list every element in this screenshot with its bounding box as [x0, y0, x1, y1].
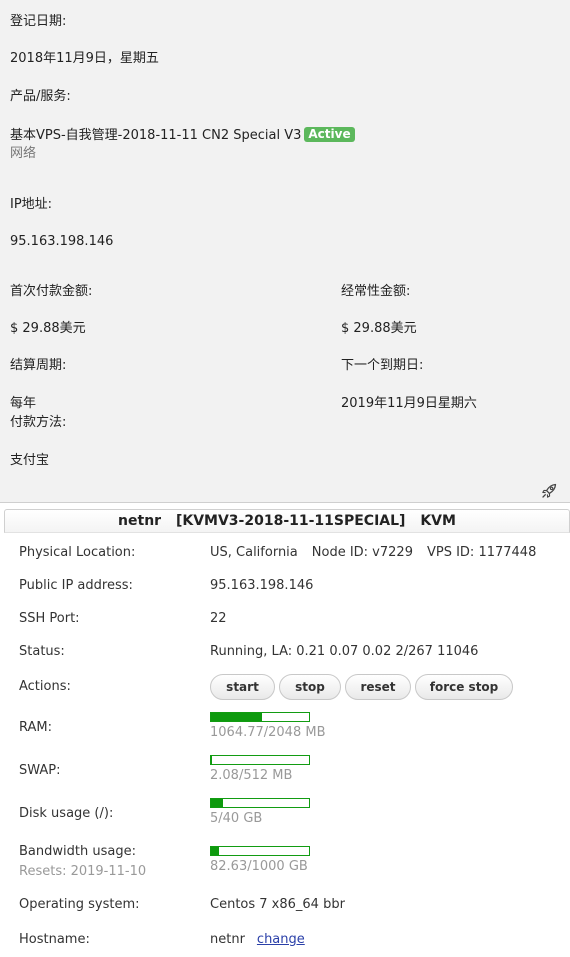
swap-usage-bar — [210, 755, 310, 765]
ip-value: 95.163.198.146 — [10, 234, 114, 249]
service-details-panel: 登记日期: 2018年11月9日，星期五 产品/服务: 基本VPS-自我管理-2… — [0, 0, 570, 503]
start-button[interactable]: start — [210, 674, 275, 700]
payment-method-value: 支付宝 — [10, 453, 50, 468]
first-payment-label: 首次付款金额: — [10, 284, 93, 299]
bandwidth-usage-bar — [210, 846, 310, 856]
vps-id: VPS ID: 1177448 — [426, 545, 537, 560]
hostname-value: netnr — [210, 932, 245, 947]
swap-value: 2.08/512 MB — [210, 768, 293, 783]
swap-label: SWAP: — [19, 763, 61, 778]
vps-hostname-title: netnr — [118, 513, 162, 529]
recurring-label: 经常性金额: — [341, 284, 411, 299]
public-ip-value: 95.163.198.146 — [210, 578, 314, 593]
vps-plan-title: [KVMV3-2018-11-11SPECIAL] — [175, 513, 406, 529]
ram-usage-fill — [211, 713, 262, 721]
stop-button[interactable]: stop — [279, 674, 341, 700]
force-stop-button[interactable]: force stop — [415, 674, 513, 700]
ram-label: RAM: — [19, 720, 52, 735]
recurring-value: $ 29.88美元 — [341, 321, 417, 336]
status-label: Status: — [19, 644, 65, 659]
ssh-port-label: SSH Port: — [19, 611, 80, 626]
vps-panel-header: netnr [KVMV3-2018-11-11SPECIAL] KVM — [4, 509, 570, 533]
status-badge: Active — [304, 127, 355, 142]
bandwidth-usage-fill — [211, 847, 220, 855]
first-payment-value: $ 29.88美元 — [10, 321, 86, 336]
location-row: US, California Node ID: v7229 VPS ID: 1177… — [210, 545, 550, 561]
product-group: 网络 — [10, 146, 37, 161]
ram-usage-bar — [210, 712, 310, 722]
product-name: 基本VPS-自我管理-2018-11-11 CN2 Special V3 — [10, 128, 302, 143]
product-label: 产品/服务: — [10, 89, 71, 104]
rocket-icon[interactable] — [541, 483, 557, 499]
hostname-row: netnr change — [210, 932, 305, 948]
ssh-port-value: 22 — [210, 611, 227, 626]
actions-label: Actions: — [19, 679, 71, 694]
billing-cycle-value: 每年 — [10, 396, 37, 411]
disk-value: 5/40 GB — [210, 811, 263, 826]
hostname-label: Hostname: — [19, 932, 90, 947]
bandwidth-value: 82.63/1000 GB — [210, 859, 308, 874]
next-due-value: 2019年11月9日星期六 — [341, 396, 477, 411]
disk-usage-fill — [211, 799, 224, 807]
public-ip-label: Public IP address: — [19, 578, 133, 593]
payment-method-label: 付款方法: — [10, 415, 67, 430]
bandwidth-resets: Resets: 2019-11-10 — [19, 864, 147, 879]
ram-value: 1064.77/2048 MB — [210, 725, 326, 740]
node-id: Node ID: v7229 — [311, 545, 413, 560]
reg-date-value: 2018年11月9日，星期五 — [10, 51, 159, 66]
os-value: Centos 7 x86_64 bbr — [210, 897, 345, 912]
disk-label: Disk usage (/): — [19, 806, 114, 821]
product-name-line: 基本VPS-自我管理-2018-11-11 CN2 Special V3 Acti… — [10, 127, 355, 144]
os-label: Operating system: — [19, 897, 140, 912]
ip-label: IP地址: — [10, 197, 53, 212]
disk-usage-bar — [210, 798, 310, 808]
status-value: Running, LA: 0.21 0.07 0.02 2/267 11046 — [210, 644, 479, 659]
reset-button[interactable]: reset — [345, 674, 411, 700]
vps-type-title: KVM — [420, 513, 456, 529]
location-value: US, California — [210, 545, 298, 560]
billing-cycle-label: 结算周期: — [10, 358, 67, 373]
change-hostname-link[interactable]: change — [257, 932, 305, 947]
location-label: Physical Location: — [19, 545, 136, 560]
bandwidth-label: Bandwidth usage: — [19, 844, 136, 859]
reg-date-label: 登记日期: — [10, 14, 67, 29]
next-due-label: 下一个到期日: — [341, 358, 424, 373]
